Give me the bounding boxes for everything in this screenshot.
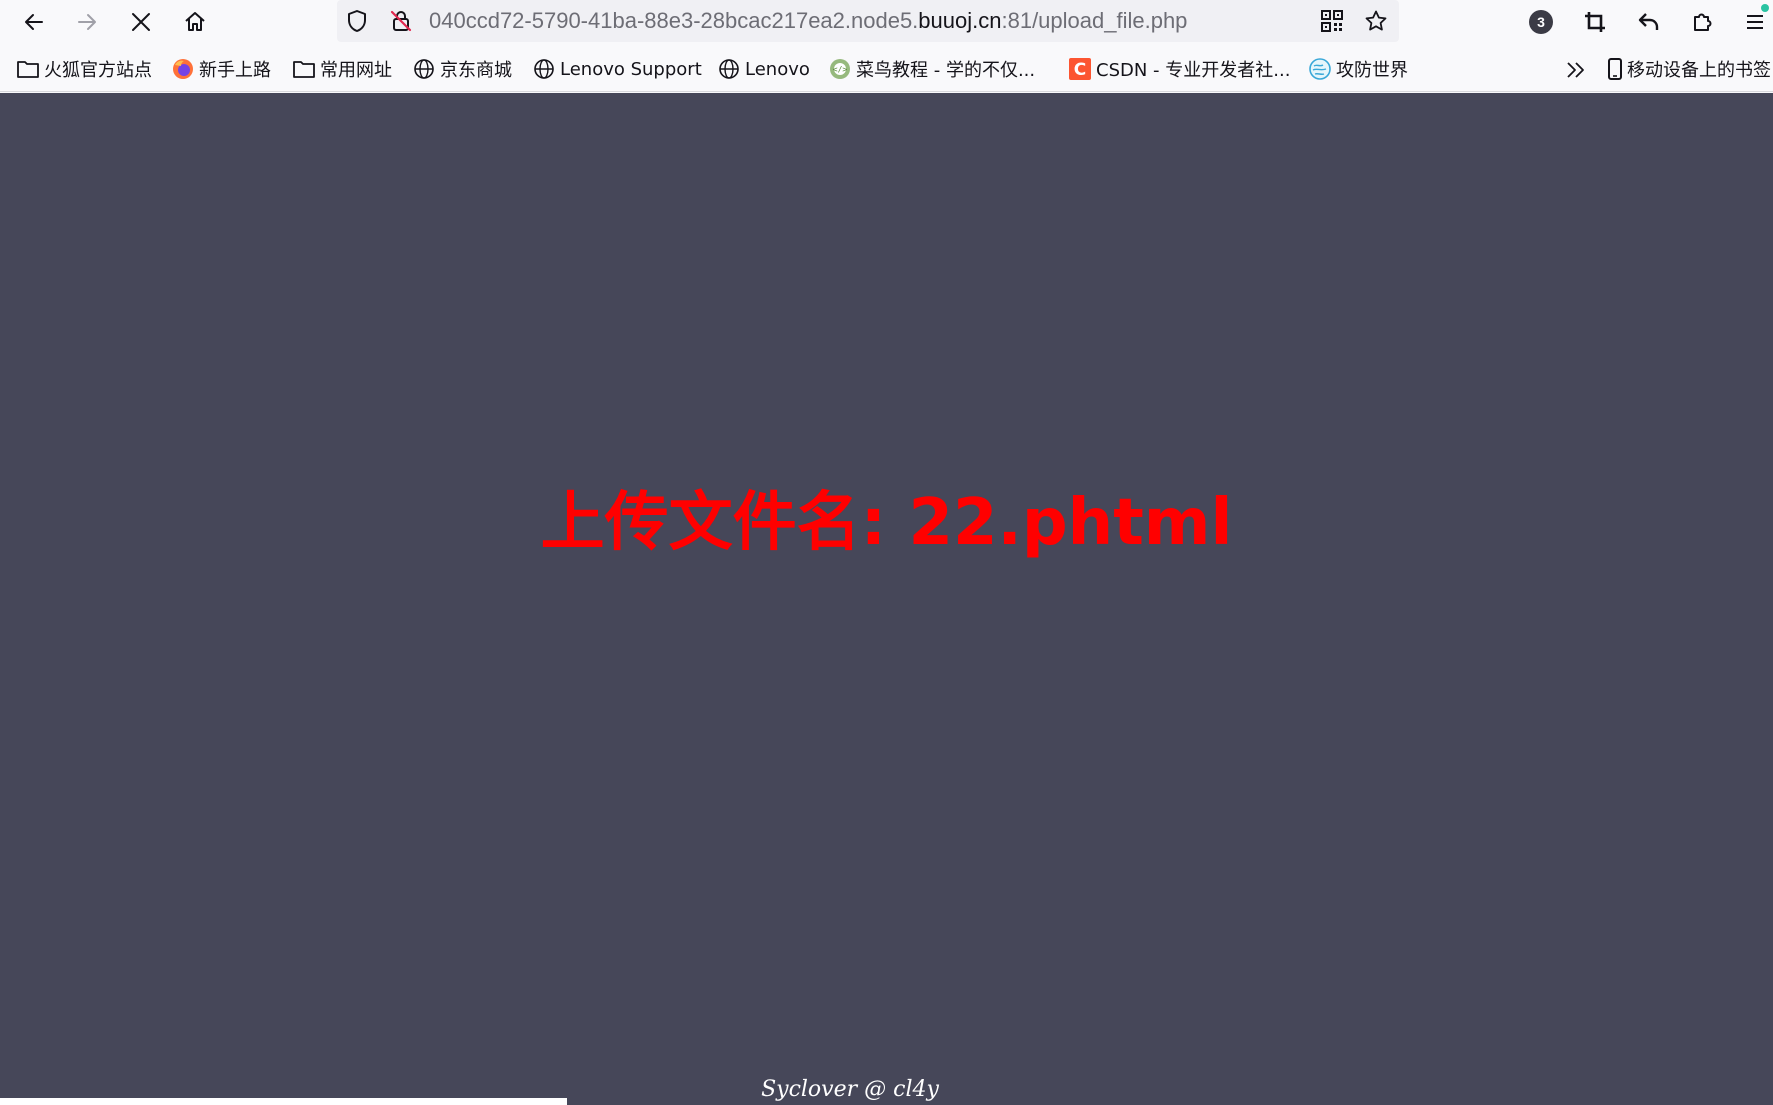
bookmark-label: 常用网址 [320,60,392,81]
crop-icon [1585,12,1605,32]
firefox-icon [171,57,195,81]
insecure-lock-icon [390,10,412,32]
mobile-device-icon [1607,57,1625,81]
csdn-icon: C [1068,57,1092,81]
adworld-icon [1308,57,1332,81]
url-text[interactable]: 040ccd72-5790-41ba-88e3-28bcac217ea2.nod… [429,8,1187,34]
status-bar-strip [0,1098,567,1105]
stop-button[interactable] [121,2,161,42]
globe-icon [412,57,436,81]
folder-icon [16,57,40,81]
qr-code-icon [1321,10,1343,32]
url-suffix: :81/upload_file.php [1001,8,1188,33]
arrow-left-icon [25,14,43,30]
chevron-double-right-icon [1567,62,1584,78]
bookmarks-toolbar: 火狐官方站点 新手上路 常用网址 京东商城 Lenovo Support Len… [0,46,1773,92]
bookmark-item[interactable]: Lenovo Support [532,55,702,83]
tracking-protection-button[interactable] [337,1,377,41]
undo-arrow-icon [1638,13,1659,30]
hamburger-menu-icon [1747,15,1763,29]
undo-close-tab-button[interactable] [1629,2,1669,42]
folder-icon [292,57,316,81]
puzzle-piece-icon [1694,13,1712,31]
bookmark-item[interactable]: C CSDN - 专业开发者社... [1068,55,1290,83]
upload-result-heading: 上传文件名: 22.phtml [540,486,1233,560]
navigation-toolbar: 040ccd72-5790-41ba-88e3-28bcac217ea2.nod… [0,0,1773,44]
qr-code-button[interactable] [1312,1,1352,41]
bookmark-label: Lenovo Support [560,58,702,80]
svg-text:</>: </> [833,65,848,74]
shield-icon [348,10,366,32]
globe-icon [532,57,556,81]
mobile-bookmarks-folder[interactable]: 移动设备上的书签 [1607,55,1773,83]
page-content: 上传文件名: 22.phtml Syclover @ cl4y [0,93,1773,1105]
forward-button[interactable] [67,2,107,42]
bookmark-item[interactable]: 火狐官方站点 [16,55,152,83]
url-prefix: 040ccd72-5790-41ba-88e3-28bcac217ea2.nod… [429,8,919,33]
extensions-count-badge[interactable]: 3 [1529,10,1553,34]
close-icon [132,13,150,31]
connection-insecure-button[interactable] [381,1,421,41]
url-domain: buuoj.cn [918,8,1002,33]
runoob-icon: </> [828,57,852,81]
bookmark-item[interactable]: 新手上路 [171,55,271,83]
bookmark-label: 菜鸟教程 - 学的不仅... [856,60,1036,81]
bookmark-label: Lenovo [745,58,810,80]
bookmark-item[interactable]: 常用网址 [292,55,392,83]
bookmark-label: 攻防世界 [1336,60,1408,81]
bookmark-label: 京东商城 [440,60,512,81]
update-available-dot [1761,4,1769,12]
bookmark-item[interactable]: </> 菜鸟教程 - 学的不仅... [828,55,1035,83]
bookmark-label: CSDN - 专业开发者社... [1096,60,1291,81]
bookmark-label: 火狐官方站点 [44,60,152,81]
bookmark-star-button[interactable] [1356,1,1396,41]
bookmark-item[interactable]: 攻防世界 [1308,55,1408,83]
back-button[interactable] [14,2,54,42]
globe-icon [717,57,741,81]
arrow-right-icon [78,14,96,30]
screenshot-button[interactable] [1575,2,1615,42]
bookmark-label: 新手上路 [199,60,271,81]
address-bar[interactable]: 040ccd72-5790-41ba-88e3-28bcac217ea2.nod… [337,0,1399,42]
home-button[interactable] [175,2,215,42]
star-icon [1365,10,1387,31]
mobile-bookmarks-label: 移动设备上的书签 [1627,60,1771,81]
bookmarks-overflow-button[interactable] [1562,58,1590,82]
svg-text:C: C [1074,60,1086,80]
home-icon [185,12,205,31]
extensions-button[interactable] [1683,2,1723,42]
bookmark-item[interactable]: Lenovo [717,55,810,83]
bookmark-item[interactable]: 京东商城 [412,55,512,83]
